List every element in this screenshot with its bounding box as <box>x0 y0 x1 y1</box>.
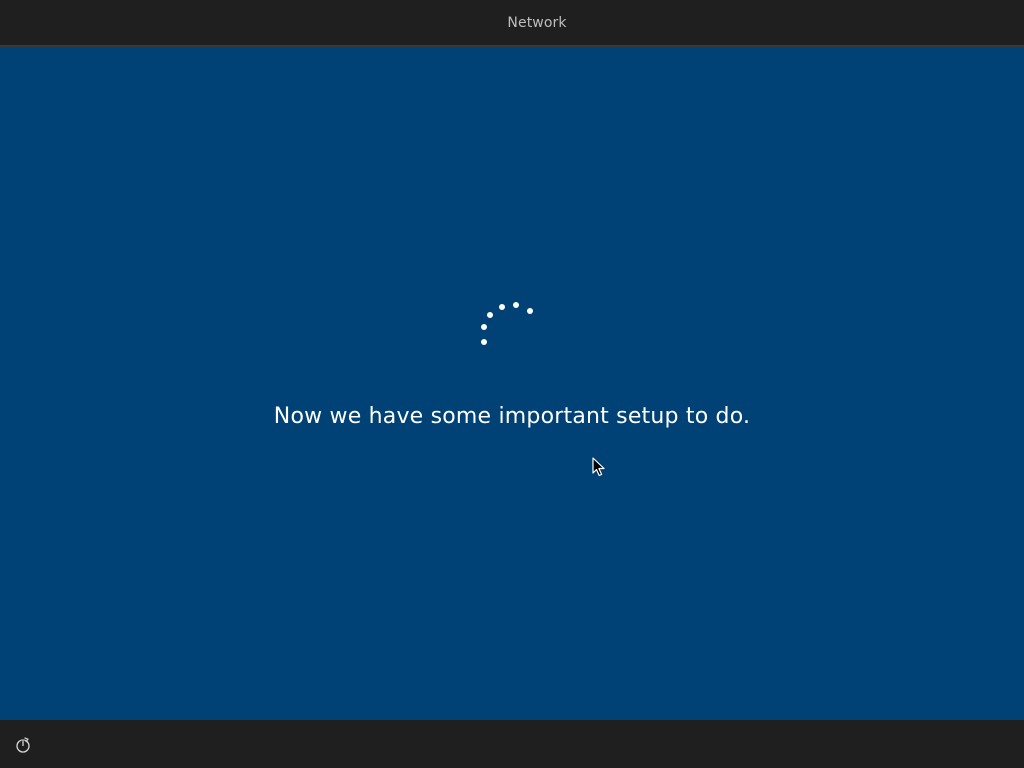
spinner-dot <box>527 308 533 314</box>
tab-network-label: Network <box>507 15 567 31</box>
tab-network[interactable]: Network <box>440 0 634 47</box>
mouse-pointer-icon <box>592 457 605 477</box>
bottom-bar <box>0 720 1024 768</box>
top-bar: Network <box>0 0 1024 47</box>
spinner-dot <box>513 302 519 308</box>
spinner-dot <box>481 339 487 345</box>
spinner-dot <box>487 312 493 318</box>
ease-of-access-icon[interactable] <box>12 734 34 756</box>
spinner-dot <box>499 304 505 310</box>
setup-message: Now we have some important setup to do. <box>273 404 751 429</box>
setup-screen: Network Now we have some important setup… <box>0 0 1024 768</box>
loading-spinner-icon <box>474 296 544 352</box>
spinner-dot <box>481 324 487 330</box>
top-bar-divider <box>0 45 1024 47</box>
